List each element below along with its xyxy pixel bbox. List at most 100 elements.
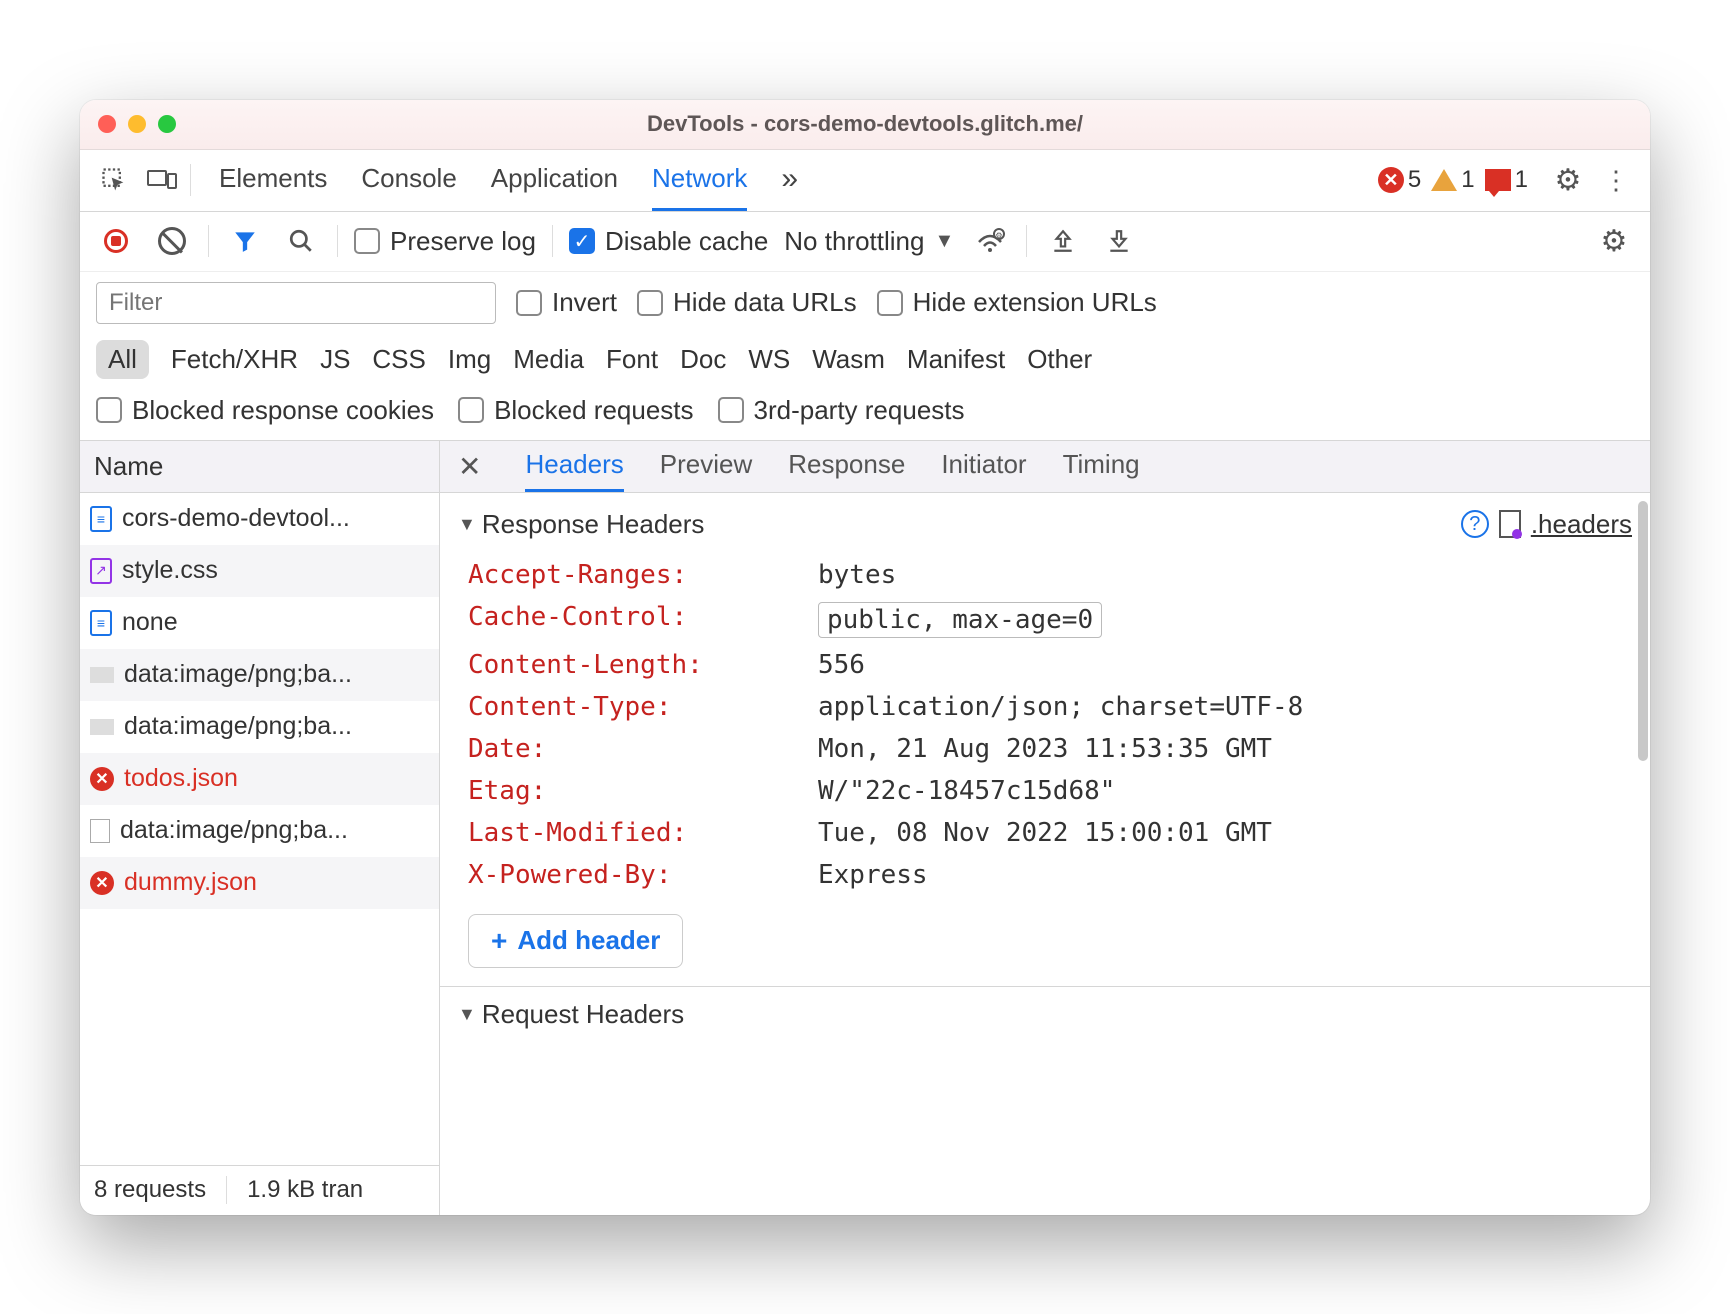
- header-name: Content-Length:: [468, 650, 818, 680]
- request-name: dummy.json: [124, 868, 257, 897]
- header-value: application/json; charset=UTF-8: [818, 692, 1303, 722]
- divider: [190, 164, 191, 196]
- type-font[interactable]: Font: [606, 344, 658, 375]
- preserve-log-checkbox[interactable]: Preserve log: [354, 226, 536, 257]
- more-icon[interactable]: ⋮: [1596, 160, 1636, 200]
- header-name: Last-Modified:: [468, 818, 818, 848]
- filter-row: Invert Hide data URLs Hide extension URL…: [80, 272, 1650, 334]
- hide-extension-urls-checkbox[interactable]: Hide extension URLs: [877, 287, 1157, 318]
- panel-tabs: Elements Console Application Network »: [219, 150, 798, 211]
- doc-icon: ≡: [90, 506, 112, 532]
- type-manifest[interactable]: Manifest: [907, 344, 1005, 375]
- add-header-button[interactable]: + Add header: [468, 914, 683, 968]
- titlebar: DevTools - cors-demo-devtools.glitch.me/: [80, 100, 1650, 150]
- invert-checkbox[interactable]: Invert: [516, 287, 617, 318]
- tab-console[interactable]: Console: [361, 150, 456, 211]
- download-icon[interactable]: [1099, 221, 1139, 261]
- close-detail-icon[interactable]: ✕: [450, 450, 489, 483]
- request-name: cors-demo-devtool...: [122, 504, 350, 533]
- blocked-requests-checkbox[interactable]: Blocked requests: [458, 395, 693, 426]
- type-img[interactable]: Img: [448, 344, 491, 375]
- type-fetch[interactable]: Fetch/XHR: [171, 344, 298, 375]
- tab-network[interactable]: Network: [652, 150, 747, 211]
- dtab-initiator[interactable]: Initiator: [941, 441, 1026, 492]
- dtab-preview[interactable]: Preview: [660, 441, 752, 492]
- tab-application[interactable]: Application: [491, 150, 618, 211]
- request-row[interactable]: data:image/png;ba...: [80, 649, 439, 701]
- type-media[interactable]: Media: [513, 344, 584, 375]
- help-icon[interactable]: ?: [1461, 510, 1489, 538]
- type-ws[interactable]: WS: [748, 344, 790, 375]
- tab-elements[interactable]: Elements: [219, 150, 327, 211]
- type-all[interactable]: All: [96, 340, 149, 379]
- network-conditions-icon[interactable]: ⚙: [970, 221, 1010, 261]
- header-name: Cache-Control:: [468, 602, 818, 638]
- request-row[interactable]: ≡ cors-demo-devtool...: [80, 493, 439, 545]
- header-row: Content-Length:556: [458, 644, 1632, 686]
- inspect-icon[interactable]: [94, 160, 134, 200]
- type-wasm[interactable]: Wasm: [812, 344, 885, 375]
- filter-icon[interactable]: [225, 221, 265, 261]
- request-row[interactable]: ≡ none: [80, 597, 439, 649]
- header-value: Tue, 08 Nov 2022 15:00:01 GMT: [818, 818, 1272, 848]
- type-css[interactable]: CSS: [372, 344, 425, 375]
- request-name: none: [122, 608, 178, 637]
- chevron-down-icon: ▼: [934, 230, 954, 253]
- minimize-icon[interactable]: [128, 115, 146, 133]
- issues-count: 1: [1515, 166, 1528, 194]
- svg-text:⚙: ⚙: [996, 231, 1003, 240]
- filter-input[interactable]: [96, 282, 496, 324]
- dtab-headers[interactable]: Headers: [525, 441, 623, 492]
- response-headers-header[interactable]: ▼ Response Headers ? .headers: [458, 509, 1632, 540]
- record-icon[interactable]: [96, 221, 136, 261]
- hide-data-urls-checkbox[interactable]: Hide data URLs: [637, 287, 857, 318]
- settings-icon[interactable]: ⚙: [1548, 160, 1588, 200]
- header-name: X-Powered-By:: [468, 860, 818, 890]
- file-icon[interactable]: [1499, 510, 1521, 538]
- errors-badge[interactable]: ✕5: [1378, 166, 1421, 194]
- issues-badge[interactable]: 1: [1485, 166, 1528, 194]
- response-headers-list: Accept-Ranges:bytesCache-Control:public,…: [458, 554, 1632, 896]
- img-icon: [90, 667, 114, 683]
- request-row[interactable]: ↗style.css: [80, 545, 439, 597]
- header-value[interactable]: public, max-age=0: [818, 602, 1102, 638]
- traffic-lights: [98, 115, 176, 133]
- type-js[interactable]: JS: [320, 344, 350, 375]
- warnings-count: 1: [1461, 166, 1474, 194]
- blocked-filters: Blocked response cookies Blocked request…: [80, 389, 1650, 441]
- third-party-checkbox[interactable]: 3rd-party requests: [718, 395, 965, 426]
- close-icon[interactable]: [98, 115, 116, 133]
- warnings-badge[interactable]: 1: [1431, 166, 1474, 194]
- request-row[interactable]: ✕dummy.json: [80, 857, 439, 909]
- scrollbar-thumb[interactable]: [1638, 501, 1648, 761]
- devtools-window: DevTools - cors-demo-devtools.glitch.me/…: [80, 100, 1650, 1215]
- header-row: Etag:W/"22c-18457c15d68": [458, 770, 1632, 812]
- blocked-cookies-checkbox[interactable]: Blocked response cookies: [96, 395, 434, 426]
- zoom-icon[interactable]: [158, 115, 176, 133]
- dtab-response[interactable]: Response: [788, 441, 905, 492]
- clear-icon[interactable]: [152, 221, 192, 261]
- search-icon[interactable]: [281, 221, 321, 261]
- detail-tabs: ✕ Headers Preview Response Initiator Tim…: [440, 441, 1650, 493]
- request-row[interactable]: data:image/png;ba...: [80, 701, 439, 753]
- request-headers-section[interactable]: ▼ Request Headers: [440, 986, 1650, 1042]
- upload-icon[interactable]: [1043, 221, 1083, 261]
- network-settings-icon[interactable]: ⚙: [1594, 221, 1634, 261]
- type-other[interactable]: Other: [1027, 344, 1092, 375]
- type-doc[interactable]: Doc: [680, 344, 726, 375]
- device-icon[interactable]: [142, 160, 182, 200]
- dtab-timing[interactable]: Timing: [1063, 441, 1140, 492]
- throttling-select[interactable]: No throttling ▼: [784, 226, 954, 257]
- request-row[interactable]: ✕todos.json: [80, 753, 439, 805]
- request-row[interactable]: data:image/png;ba...: [80, 805, 439, 857]
- name-column-header[interactable]: Name: [80, 441, 439, 493]
- doc-icon: ≡: [90, 610, 112, 636]
- header-value: W/"22c-18457c15d68": [818, 776, 1115, 806]
- disclose-icon: ▼: [458, 514, 476, 535]
- tabs-overflow[interactable]: »: [781, 150, 798, 211]
- request-name: style.css: [122, 556, 218, 585]
- disable-cache-checkbox[interactable]: ✓Disable cache: [569, 226, 768, 257]
- errx-icon: ✕: [90, 767, 114, 791]
- request-name: data:image/png;ba...: [120, 816, 348, 845]
- source-file[interactable]: .headers: [1531, 509, 1632, 540]
